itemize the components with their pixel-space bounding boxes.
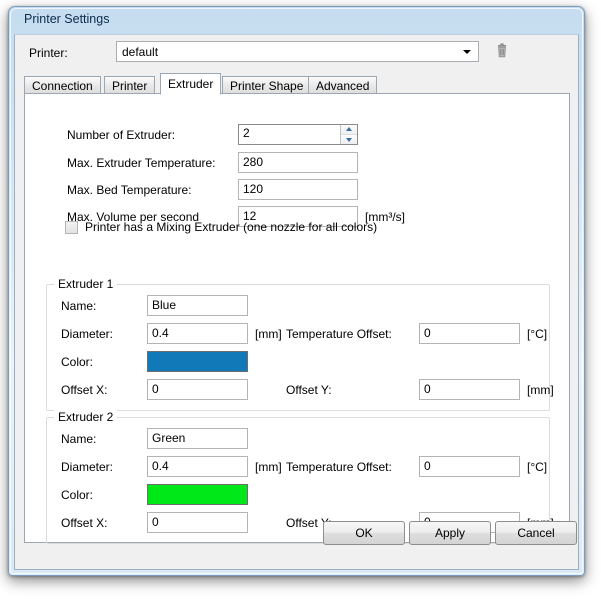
extruder-2-temperature-offset-label: Temperature Offset: (286, 460, 392, 474)
max-extruder-temperature-input[interactable]: 280 (238, 152, 358, 173)
extruder-1-temperature-offset-input[interactable]: 0 (419, 323, 520, 344)
number-of-extruder-value: 2 (243, 126, 250, 140)
extruder-1-temperature-offset-label: Temperature Offset: (286, 327, 392, 341)
extruder-1-offset-unit: [mm] (527, 383, 554, 397)
extruder-2-diameter-input[interactable]: 0.4 (147, 456, 248, 477)
extruder-1-color-label: Color: (61, 355, 93, 369)
tab-printer[interactable]: Printer (104, 76, 155, 94)
apply-button[interactable]: Apply (409, 521, 491, 545)
extruder-1-group-title: Extruder 1 (54, 277, 117, 291)
tab-printer-shape[interactable]: Printer Shape (222, 76, 311, 94)
extruder-2-diameter-unit: [mm] (255, 460, 282, 474)
printer-selector-row: Printer: default (15, 35, 578, 72)
extruder-1-diameter-label: Diameter: (61, 327, 113, 341)
chevron-down-icon (346, 138, 352, 142)
extruder-1-name-input[interactable]: Blue (147, 295, 248, 316)
extruder-2-color-swatch[interactable] (147, 484, 248, 505)
extruder-tab-panel: Number of Extruder: 2 Max. Extruder Temp… (24, 93, 570, 543)
printer-combobox-value: default (122, 45, 158, 59)
stepper-up-button[interactable] (341, 125, 357, 135)
extruder-2-group-title: Extruder 2 (54, 410, 117, 424)
extruder-1-offset-y-input[interactable]: 0 (419, 379, 520, 400)
ok-button[interactable]: OK (323, 521, 405, 545)
mixing-extruder-label: Printer has a Mixing Extruder (one nozzl… (85, 220, 377, 234)
settings-tabstrip: Connection Printer Extruder Printer Shap… (24, 73, 572, 94)
extruder-2-name-label: Name: (61, 432, 96, 446)
chevron-down-icon (463, 50, 471, 54)
extruder-1-diameter-input[interactable]: 0.4 (147, 323, 248, 344)
tab-extruder[interactable]: Extruder (160, 73, 221, 95)
delete-printer-button[interactable] (492, 41, 512, 62)
max-bed-temperature-label: Max. Bed Temperature: (67, 183, 192, 197)
window-title: Printer Settings (24, 12, 109, 26)
extruder-1-offset-y-label: Offset Y: (286, 383, 332, 397)
extruder-1-color-swatch[interactable] (147, 351, 248, 372)
extruder-2-temperature-offset-input[interactable]: 0 (419, 456, 520, 477)
extruder-1-temperature-offset-unit: [°C] (527, 327, 547, 341)
stepper-down-button[interactable] (341, 135, 357, 144)
tab-advanced[interactable]: Advanced (308, 76, 377, 94)
dialog-button-bar: OK Apply Cancel (15, 509, 578, 569)
extruder-2-color-label: Color: (61, 488, 93, 502)
extruder-1-diameter-unit: [mm] (255, 327, 282, 341)
mixing-extruder-checkbox[interactable] (65, 221, 78, 234)
window-titlebar[interactable]: Printer Settings (9, 7, 584, 34)
cancel-button[interactable]: Cancel (495, 521, 577, 545)
extruder-1-name-label: Name: (61, 299, 96, 313)
extruder-2-name-input[interactable]: Green (147, 428, 248, 449)
chevron-up-icon (346, 127, 352, 131)
printer-combobox[interactable]: default (116, 41, 479, 62)
desktop-background: Printer Settings Printer: default (0, 0, 601, 599)
extruder-1-offset-x-label: Offset X: (61, 383, 107, 397)
max-bed-temperature-input[interactable]: 120 (238, 179, 358, 200)
extruder-1-groupbox: Extruder 1 Name: Blue Diameter: 0.4 [mm]… (46, 284, 550, 411)
max-extruder-temperature-label: Max. Extruder Temperature: (67, 156, 216, 170)
dialog-client-area: Printer: default (14, 34, 579, 570)
printer-settings-dialog: Printer Settings Printer: default (8, 6, 585, 576)
stepper-buttons (340, 125, 357, 144)
tab-connection[interactable]: Connection (24, 76, 101, 94)
extruder-2-temperature-offset-unit: [°C] (527, 460, 547, 474)
extruder-1-offset-x-input[interactable]: 0 (147, 379, 248, 400)
number-of-extruder-stepper[interactable]: 2 (238, 124, 358, 145)
printer-label: Printer: (29, 46, 68, 60)
number-of-extruder-label: Number of Extruder: (67, 128, 175, 142)
trash-icon (492, 41, 512, 62)
extruder-2-diameter-label: Diameter: (61, 460, 113, 474)
